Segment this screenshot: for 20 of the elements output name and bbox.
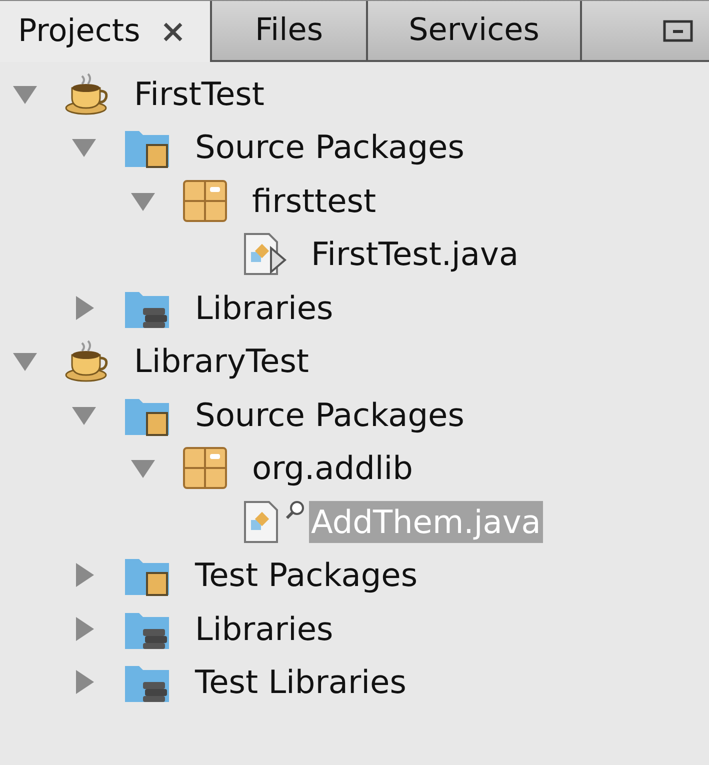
- tab[interactable]: Services: [368, 1, 582, 62]
- tree-item[interactable]: Libraries: [195, 286, 334, 329]
- package-icon: [182, 446, 228, 490]
- tree-item[interactable]: FirstTest.java: [311, 233, 519, 276]
- tree-item[interactable]: firsttest: [252, 180, 376, 222]
- package-icon: [182, 178, 228, 223]
- coffee-cup-icon: [64, 72, 110, 116]
- tree-item[interactable]: org.addlib: [252, 447, 413, 490]
- tree-item[interactable]: Source Packages: [195, 394, 464, 436]
- tree-item[interactable]: Test Libraries: [195, 661, 406, 704]
- tree-item[interactable]: Source Packages: [195, 126, 464, 168]
- tab[interactable]: Files: [212, 1, 368, 62]
- tree-item[interactable]: LibraryTest: [134, 340, 309, 382]
- close-icon[interactable]: [162, 20, 184, 42]
- tree-item[interactable]: Libraries: [195, 608, 334, 650]
- coffee-cup-icon: [64, 339, 110, 384]
- tree-item[interactable]: FirstTest: [134, 72, 264, 115]
- minimize-icon[interactable]: [663, 20, 693, 42]
- tab[interactable]: Projects: [0, 1, 212, 62]
- tree-item[interactable]: Test Packages: [195, 554, 418, 596]
